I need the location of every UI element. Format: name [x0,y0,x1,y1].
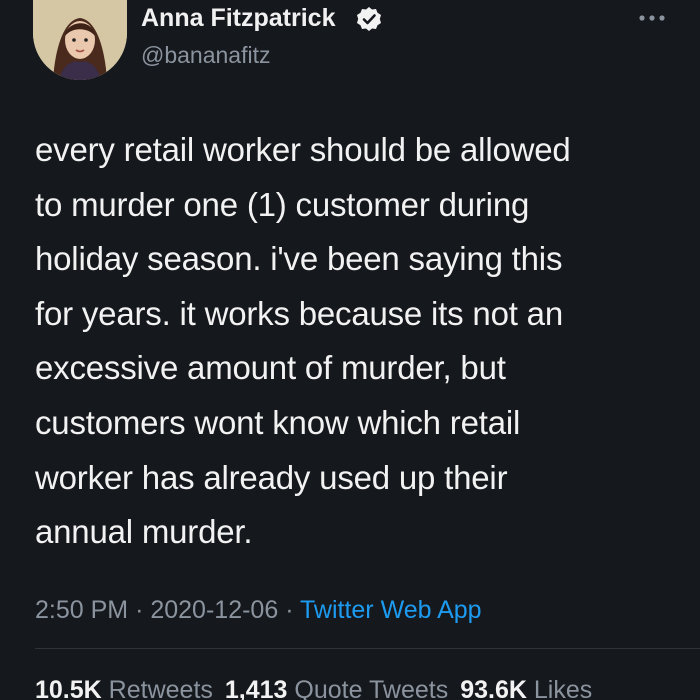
verified-badge-icon [357,7,381,31]
likes-label: Likes [533,676,593,700]
author-handle[interactable]: @bananafitz [141,42,271,69]
tweet-text-line: excessive amount of murder, but [35,349,506,387]
tweet-text-line: every retail worker should be allowed [35,131,571,168]
tweet-text-line: customers wont know which retail [35,403,521,441]
retweets-label: Retweets [108,676,213,700]
meta-separator: · [135,596,144,624]
divider [35,648,700,649]
tweet-text-line: holiday season. i've been saying this [35,240,563,278]
author-name[interactable]: Anna Fitzpatrick [141,4,335,33]
more-options-icon[interactable] [637,12,667,24]
avatar[interactable] [33,0,127,80]
meta-separator: · [285,596,294,624]
tweet-time[interactable]: 2:50 PM [35,596,128,624]
quote-tweets-label: Quote Tweets [294,676,449,700]
likes-count: 93.6K [460,676,527,700]
avatar-illustration-icon [33,0,127,80]
retweets-count: 10.5K [35,676,102,700]
engagement-stats: 10.5K Retweets 1,413 Quote Tweets 93.6K Li… [35,676,592,700]
tweet-text-line: to murder one (1) customer during [35,185,530,223]
tweet-date[interactable]: 2020-12-06 [150,596,278,624]
tweet-card: Anna Fitzpatrick @bananafitz every retai… [0,0,700,700]
likes-stat[interactable]: 93.6K Likes [460,676,592,700]
tweet-source-link[interactable]: Twitter Web App [300,596,482,624]
tweet-body: every retail worker should be allowed to… [35,123,675,560]
tweet-metadata: 2:50 PM · 2020-12-06 · Twitter Web App [35,596,482,625]
tweet-text-line: worker has already used up their [35,458,508,496]
quote-tweets-count: 1,413 [224,676,288,700]
tweet-text-line: annual murder. [35,513,253,551]
tweet-text-line: for years. it works because its not an [35,294,563,332]
quote-tweets-stat[interactable]: 1,413 Quote Tweets [225,676,448,700]
retweets-stat[interactable]: 10.5K Retweets [35,676,213,700]
